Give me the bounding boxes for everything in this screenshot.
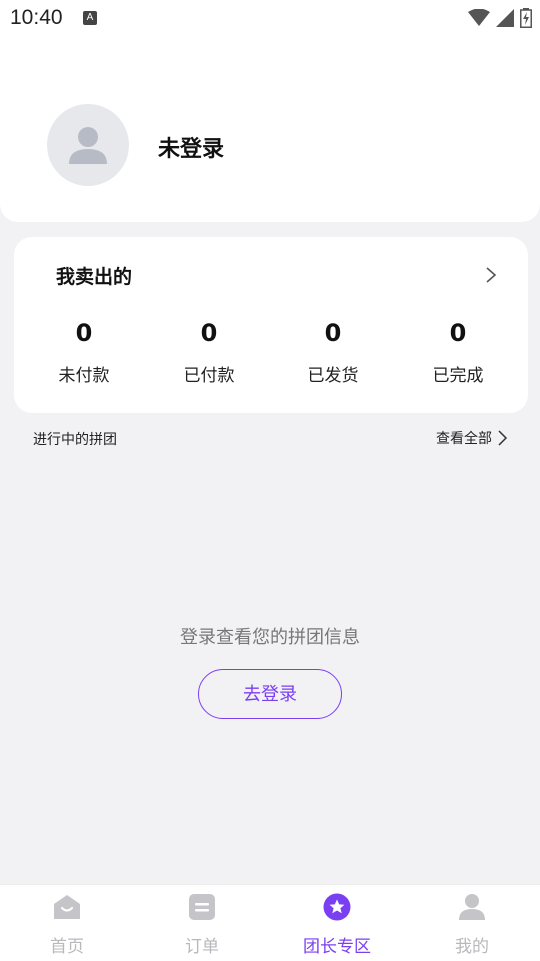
tab-label: 首页	[50, 937, 84, 957]
stat-completed[interactable]: 0 已完成	[413, 315, 503, 386]
stat-value: 0	[75, 319, 93, 347]
tab-label: 团长专区	[303, 937, 371, 957]
signal-icon	[496, 9, 514, 27]
login-button[interactable]: 去登录	[198, 669, 342, 719]
stat-value: 0	[449, 319, 467, 347]
battery-icon	[520, 8, 532, 28]
login-status-text[interactable]: 未登录	[158, 131, 224, 163]
wifi-icon	[468, 9, 490, 26]
view-all-label: 查看全部	[436, 431, 492, 447]
stat-label: 已付款	[183, 366, 235, 386]
home-icon	[54, 895, 80, 919]
tab-label: 我的	[455, 937, 489, 957]
order-icon	[189, 894, 215, 920]
profile-icon	[459, 894, 485, 920]
stat-paid[interactable]: 0 已付款	[164, 315, 254, 386]
sold-orders-card: 我卖出的 0 未付款 0 已付款 0 已发货 0 已完成	[14, 237, 528, 413]
order-stats: 0 未付款 0 已付款 0 已发货 0 已完成	[14, 315, 528, 395]
notification-icon: A	[83, 11, 97, 25]
tab-mine[interactable]: 我的	[422, 885, 522, 961]
sold-orders-title: 我卖出的	[56, 266, 133, 288]
bottom-tab-bar: 首页 订单 团长专区 我的	[0, 884, 540, 961]
stat-unpaid[interactable]: 0 未付款	[39, 315, 129, 386]
tab-home[interactable]: 首页	[17, 885, 117, 961]
view-all-link[interactable]: 查看全部	[436, 428, 508, 448]
star-icon	[323, 893, 351, 921]
stat-value: 0	[200, 319, 218, 347]
avatar[interactable]	[47, 104, 129, 186]
stat-label: 已发货	[307, 366, 359, 386]
stat-value: 0	[324, 319, 342, 347]
chevron-right-icon[interactable]	[484, 265, 498, 285]
tab-leader-zone[interactable]: 团长专区	[287, 885, 387, 961]
empty-state-text: 登录查看您的拼团信息	[180, 627, 360, 648]
profile-header: 未登录	[0, 36, 540, 222]
tab-orders[interactable]: 订单	[152, 885, 252, 961]
stat-shipped[interactable]: 0 已发货	[288, 315, 378, 386]
status-bar: 10:40 A	[0, 0, 540, 36]
stat-label: 未付款	[58, 366, 110, 386]
user-icon	[69, 127, 107, 164]
chevron-right-icon	[498, 430, 508, 446]
tab-label: 订单	[185, 937, 219, 957]
status-time: 10:40	[10, 6, 63, 29]
status-icons	[468, 6, 532, 30]
ongoing-group-title: 进行中的拼团	[33, 432, 117, 448]
stat-label: 已完成	[432, 366, 484, 386]
